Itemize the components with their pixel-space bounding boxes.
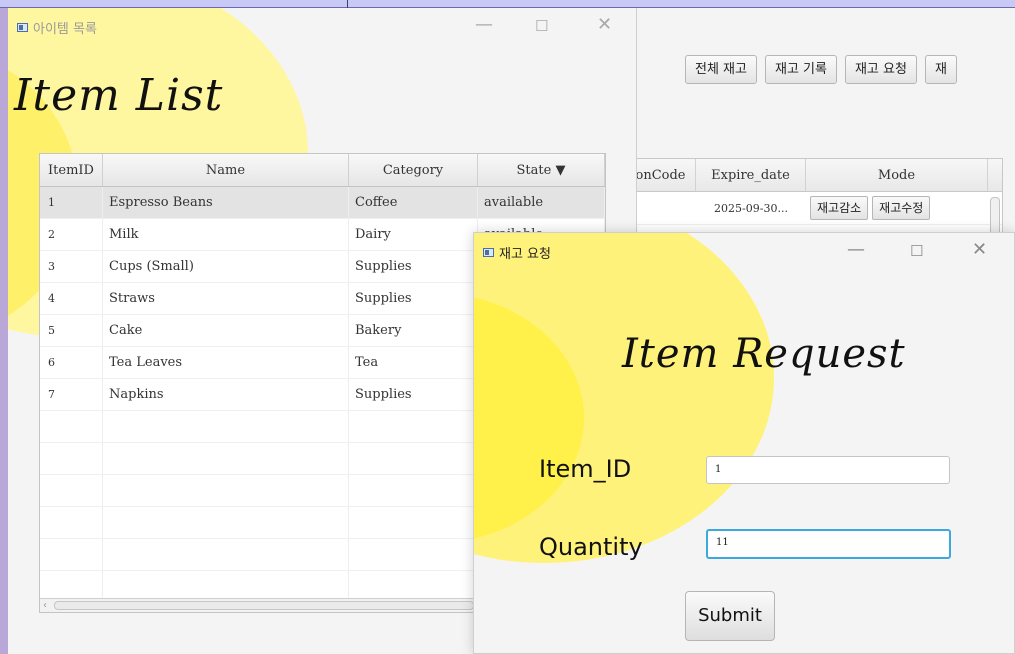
item-id-cell: 6: [40, 347, 103, 378]
scrollbar-thumb[interactable]: [54, 601, 474, 610]
item-id-field[interactable]: 1: [706, 456, 950, 484]
top-strip: [0, 0, 1015, 8]
item-table-header: ItemID Name Category State ▼: [40, 154, 605, 187]
inventory-table-header: onCode Expire_date Mode: [626, 159, 1002, 192]
app-icon: [483, 248, 494, 257]
item-list-title-bar[interactable]: 아이템 목록 — ☐ ✕: [8, 8, 636, 42]
column-header-name[interactable]: Name: [103, 154, 349, 186]
all-stock-button[interactable]: 전체 재고: [685, 55, 757, 84]
item-id-label: Item_ID: [539, 455, 632, 483]
item-name-cell: Espresso Beans: [103, 187, 349, 218]
close-icon[interactable]: ✕: [972, 239, 987, 260]
item-id-cell: 4: [40, 283, 103, 314]
item-category-cell: Coffee: [349, 187, 478, 218]
item-category-cell: Supplies: [349, 283, 478, 314]
item-id-cell: 2: [40, 219, 103, 250]
app-icon: [17, 23, 28, 32]
maximize-icon[interactable]: ☐: [910, 242, 923, 260]
item-id-cell: 1: [40, 187, 103, 218]
column-header-category[interactable]: Category: [349, 154, 478, 186]
item-id-cell: 7: [40, 379, 103, 410]
page-title: Item List: [14, 70, 224, 121]
quantity-label: Quantity: [539, 533, 643, 561]
item-category-cell: Dairy: [349, 219, 478, 250]
minimize-icon[interactable]: —: [475, 14, 493, 35]
item-category-cell: Bakery: [349, 315, 478, 346]
more-button[interactable]: 재: [924, 55, 957, 84]
scroll-left-icon[interactable]: ‹: [43, 599, 47, 612]
item-name-cell: Cake: [103, 315, 349, 346]
edit-stock-button[interactable]: 재고수정: [872, 196, 931, 220]
window-title: 아이템 목록: [33, 22, 97, 37]
expire-date-cell: 2025-09-30...: [714, 201, 788, 215]
item-name-cell: Napkins: [103, 379, 349, 410]
column-header-state[interactable]: State ▼: [478, 154, 605, 186]
item-state-cell: available: [478, 187, 605, 218]
column-header-mode[interactable]: Mode: [806, 159, 988, 191]
top-strip-divider: [347, 0, 348, 8]
column-header-id[interactable]: ItemID: [40, 154, 103, 186]
item-id-cell: 3: [40, 251, 103, 282]
table-row[interactable]: 2025-09-30... 재고감소 재고수정: [626, 192, 1002, 225]
inventory-toolbar: 전체 재고 재고 기록 재고 요청 재: [685, 55, 957, 84]
item-category-cell: Supplies: [349, 251, 478, 282]
item-name-cell: Cups (Small): [103, 251, 349, 282]
decrease-stock-button[interactable]: 재고감소: [810, 196, 869, 220]
stock-history-button[interactable]: 재고 기록: [764, 55, 837, 84]
vertical-scrollbar[interactable]: [990, 197, 1000, 237]
window-title: 재고 요청: [499, 247, 551, 262]
item-id-cell: 5: [40, 315, 103, 346]
item-category-cell: Supplies: [349, 379, 478, 410]
item-name-cell: Straws: [103, 283, 349, 314]
quantity-field[interactable]: 11: [706, 529, 951, 559]
item-name-cell: Tea Leaves: [103, 347, 349, 378]
item-request-title-bar[interactable]: 재고 요청 — ☐ ✕: [474, 233, 1014, 267]
item-category-cell: Tea: [349, 347, 478, 378]
close-icon[interactable]: ✕: [597, 14, 612, 35]
item-name-cell: Milk: [103, 219, 349, 250]
table-row[interactable]: 1 Espresso Beans Coffee available: [40, 187, 605, 219]
stock-request-button[interactable]: 재고 요청: [844, 55, 917, 84]
page-title: Item Request: [622, 331, 906, 377]
submit-button[interactable]: Submit: [685, 591, 775, 641]
maximize-icon[interactable]: ☐: [535, 17, 548, 35]
item-request-window: 재고 요청 — ☐ ✕ Item Request Item_ID 1 Quant…: [473, 232, 1015, 654]
minimize-icon[interactable]: —: [847, 239, 865, 260]
column-header-expire-date[interactable]: Expire_date: [696, 159, 806, 191]
